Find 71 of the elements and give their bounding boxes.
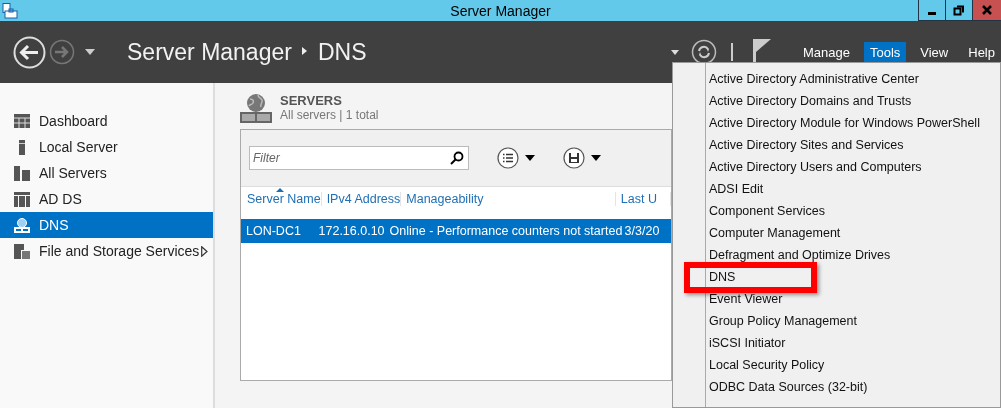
back-button[interactable] — [13, 35, 46, 69]
section-title: SERVERS — [280, 93, 343, 108]
menu-item[interactable]: Component Services — [673, 200, 1000, 222]
breadcrumb-separator-icon — [301, 46, 308, 56]
list-icon — [497, 147, 519, 169]
window-title: Server Manager — [449, 2, 552, 19]
menu-item[interactable]: iSCSI Initiator — [673, 332, 1000, 354]
flag-icon[interactable] — [752, 39, 771, 65]
sidebar-item[interactable]: DNS — [0, 212, 213, 238]
sidebar-item[interactable]: All Servers — [0, 160, 213, 186]
close-button[interactable] — [972, 0, 1001, 21]
minimize-icon — [928, 11, 936, 15]
expand-arrow-icon[interactable] — [201, 245, 208, 257]
menu-item[interactable]: Tools — [863, 41, 907, 63]
menu-item[interactable]: Computer Management — [673, 222, 1000, 244]
caret-icon[interactable] — [85, 49, 95, 55]
sort-arrow-icon — [276, 188, 284, 192]
directory-icon — [14, 191, 30, 207]
section-subtitle: All servers | 1 total — [280, 108, 379, 122]
sidebar-label: Local Server — [39, 139, 118, 155]
search-icon[interactable] — [450, 151, 464, 165]
menu-item[interactable]: Defragment and Optimize Drives — [673, 244, 1000, 266]
menu-item[interactable]: Event Viewer — [673, 288, 1000, 310]
menu-item[interactable]: Active Directory Administrative Center — [673, 68, 1000, 90]
close-icon — [982, 5, 992, 15]
restore-icon — [953, 4, 965, 16]
sidebar-item[interactable]: Dashboard — [0, 108, 213, 134]
menu-item[interactable]: DNS — [673, 266, 1000, 288]
column-header[interactable]: Manageability — [401, 192, 616, 206]
table-cell-text: 172.16.0.10 — [317, 224, 385, 238]
dns-icon — [14, 217, 30, 233]
sidebar-label: File and Storage Services — [39, 243, 200, 259]
sidebar-item[interactable]: Local Server — [0, 134, 213, 160]
servers-icon — [14, 165, 30, 181]
folder-icon — [14, 243, 30, 259]
breadcrumb-item[interactable]: DNS — [317, 38, 367, 66]
caret-icon — [525, 155, 535, 161]
save-icon — [563, 147, 585, 169]
sidebar-label: All Servers — [39, 165, 107, 181]
menu-item[interactable]: ADSI Edit — [673, 178, 1000, 200]
sidebar-label: DNS — [39, 217, 69, 233]
menu-item[interactable]: Active Directory Module for Windows PowerShell — [673, 112, 1000, 134]
filter-field[interactable]: Filter — [249, 146, 469, 170]
sidebar-label: Dashboard — [39, 113, 108, 129]
menu-item[interactable]: Local Security Policy — [673, 354, 1000, 376]
table-row[interactable]: LON-DC1 172.16.0.10 Online - Performance counters not started 3/3/20 — [241, 219, 671, 243]
menu-item[interactable]: ODBC Data Sources (32-bit) — [673, 376, 1000, 398]
breadcrumb-item[interactable]: Server Manager — [127, 38, 292, 66]
refresh-icon[interactable] — [690, 39, 717, 65]
menu-item[interactable]: View — [914, 41, 955, 63]
sidebar-label: AD DS — [39, 191, 82, 207]
menu-item[interactable]: Active Directory Sites and Services — [673, 134, 1000, 156]
table-cell-text: Online - Performance counters not started — [388, 224, 620, 238]
save-button[interactable] — [563, 147, 601, 169]
menu-item[interactable]: Group Policy Management — [673, 310, 1000, 332]
menu-item[interactable]: Manage — [796, 41, 856, 63]
app-icon — [2, 2, 18, 19]
column-header[interactable]: IPv4 Address — [321, 192, 402, 206]
column-label: Server Name — [247, 192, 321, 206]
column-header[interactable]: Last U — [615, 192, 671, 206]
table-cell-text: LON-DC1 — [246, 224, 302, 238]
caret-icon — [591, 155, 601, 161]
menu-item[interactable]: Active Directory Domains and Trusts — [673, 90, 1000, 112]
menu-item[interactable]: Help — [962, 41, 1001, 63]
caret-icon[interactable] — [670, 49, 679, 55]
sidebar-item[interactable]: AD DS — [0, 186, 213, 212]
tasks-button[interactable] — [497, 147, 535, 169]
sidebar-item[interactable]: File and Storage Services — [0, 238, 213, 264]
menu-item[interactable]: Active Directory Users and Computers — [673, 156, 1000, 178]
dashboard-icon — [14, 113, 30, 129]
servers-icon — [240, 93, 272, 123]
